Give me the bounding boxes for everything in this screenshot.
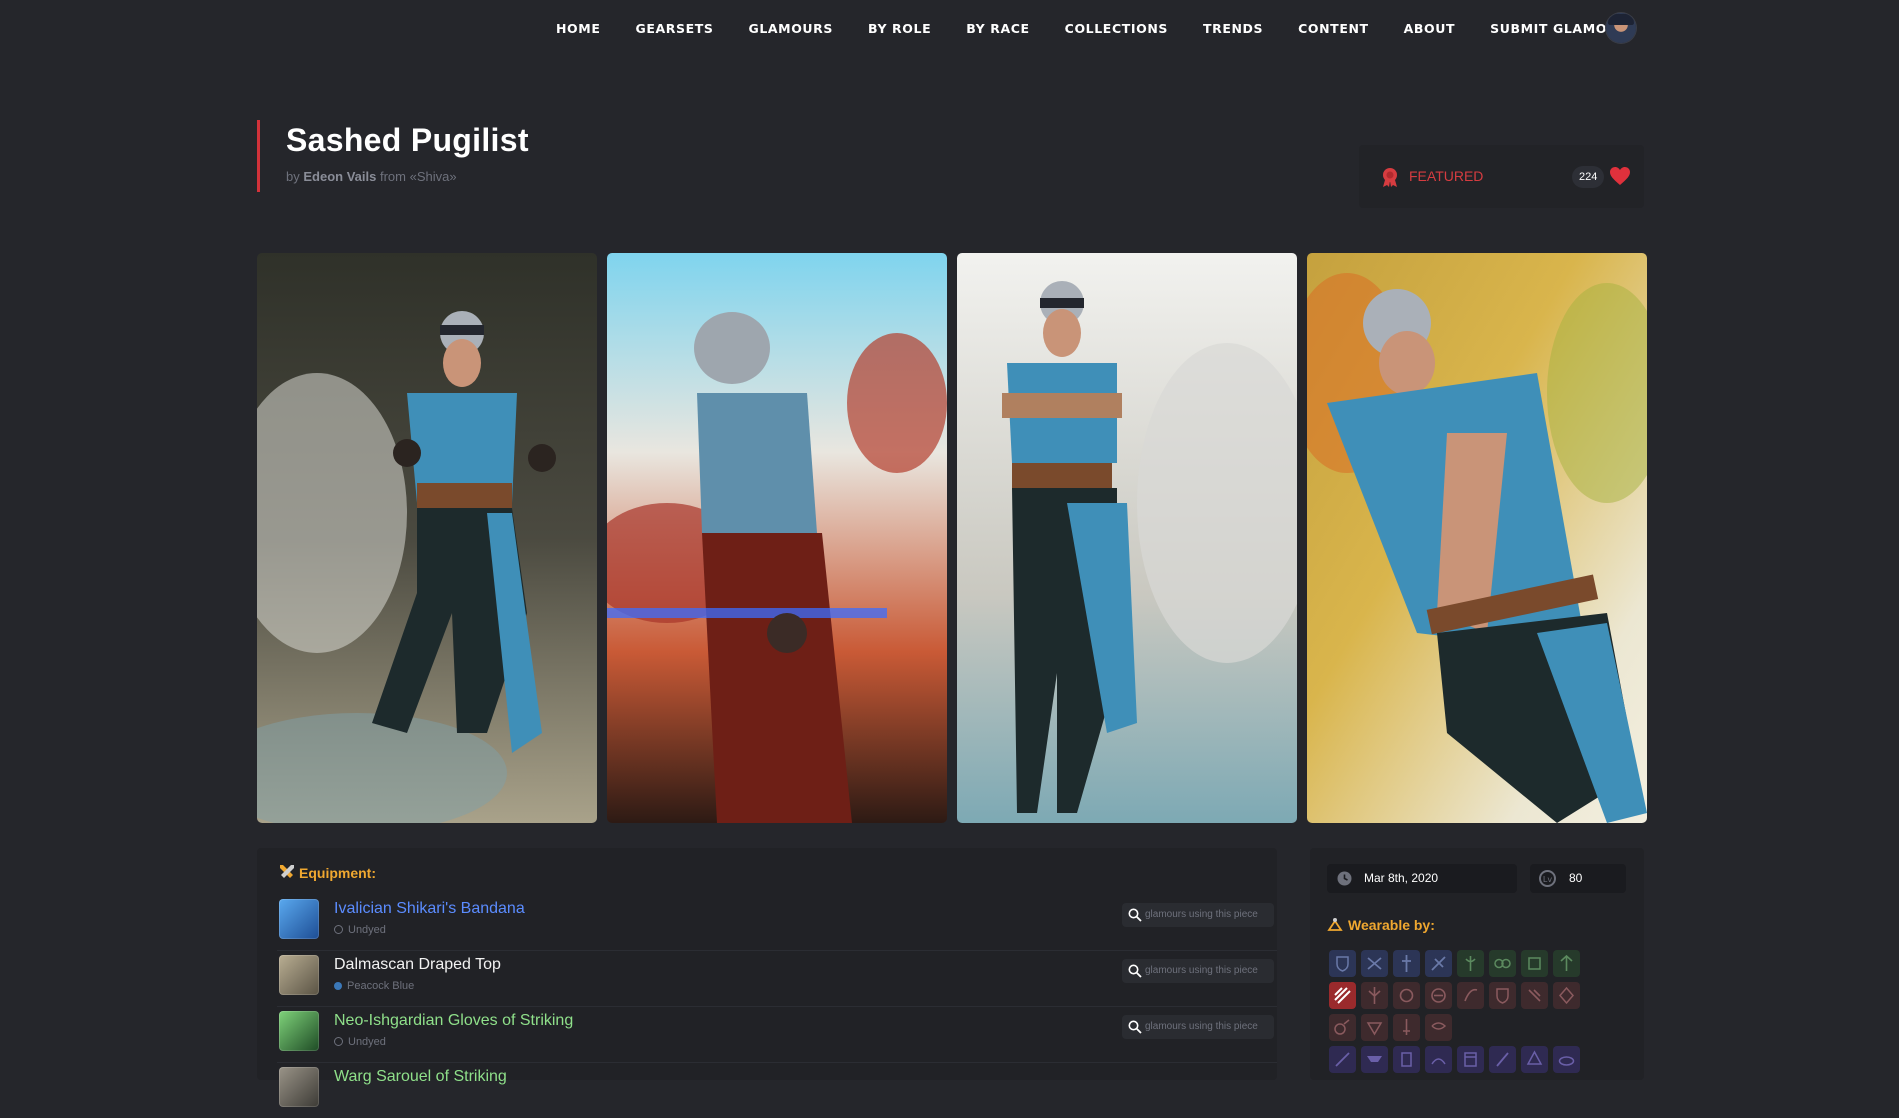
heart-icon[interactable]	[1609, 166, 1631, 186]
item-thumbnail[interactable]	[279, 1067, 319, 1107]
equipment-item-name[interactable]: Dalmascan Draped Top	[334, 956, 501, 974]
culinarian-job-icon[interactable]	[1553, 1046, 1580, 1073]
nav-by-race[interactable]: BY RACE	[966, 21, 1029, 36]
glamours-using-piece-button[interactable]: glamours using this piece	[1122, 959, 1274, 983]
level-value: 80	[1569, 871, 1583, 885]
by-label: by	[286, 169, 300, 184]
nav-collections[interactable]: COLLECTIONS	[1065, 21, 1168, 36]
warrior-job-icon[interactable]	[1361, 950, 1388, 977]
search-icon	[1128, 964, 1142, 978]
carpenter-job-icon[interactable]	[1329, 1046, 1356, 1073]
monk-job-icon[interactable]	[1329, 982, 1356, 1009]
nav-trends[interactable]: TRENDS	[1203, 21, 1263, 36]
equipment-item-name[interactable]: Ivalician Shikari's Bandana	[334, 900, 525, 918]
dragoon-job-icon[interactable]	[1361, 982, 1388, 1009]
dye-label: Undyed	[348, 924, 386, 936]
search-icon	[1128, 908, 1142, 922]
dye-color-dot	[334, 982, 342, 990]
equipment-item-dye: Undyed	[334, 924, 386, 936]
level-pill: Lv 80	[1530, 864, 1626, 893]
svg-text:Lv: Lv	[1543, 875, 1552, 884]
dye-label: Peacock Blue	[347, 980, 415, 992]
equipment-item-name[interactable]: Warg Sarouel of Striking	[334, 1068, 507, 1086]
goldsmith-job-icon[interactable]	[1425, 1046, 1452, 1073]
dark-knight-job-icon[interactable]	[1393, 950, 1420, 977]
item-thumbnail[interactable]	[279, 955, 319, 995]
byline: by Edeon Vails from «Shiva»	[286, 169, 457, 184]
author-link[interactable]: Edeon Vails	[303, 169, 376, 184]
wearable-by-heading: Wearable by:	[1348, 917, 1435, 933]
dye-label: Undyed	[348, 1036, 386, 1048]
user-avatar[interactable]	[1606, 13, 1636, 43]
from-label: from	[379, 169, 406, 184]
equipment-item-dye: Peacock Blue	[334, 980, 414, 992]
undyed-circle-icon	[334, 1037, 343, 1046]
samurai-job-icon[interactable]	[1425, 982, 1452, 1009]
ninja-job-icon[interactable]	[1393, 982, 1420, 1009]
gallery-photo-2[interactable]	[607, 253, 947, 823]
title-accent-bar	[257, 120, 260, 192]
likes-count: 224	[1572, 166, 1605, 188]
glamour-info-panel: Mar 8th, 2020 Lv 80 Wearable by:	[1310, 848, 1644, 1080]
undyed-circle-icon	[334, 925, 343, 934]
leatherworker-job-icon[interactable]	[1457, 1046, 1484, 1073]
equipment-item-name[interactable]: Neo-Ishgardian Gloves of Striking	[334, 1012, 573, 1030]
equipment-row: Dalmascan Draped Top Peacock Blue glamou…	[277, 951, 1277, 1007]
top-navigation: HOME GEARSETS GLAMOURS BY ROLE BY RACE C…	[0, 0, 1899, 58]
featured-box: FEATURED 224	[1359, 145, 1644, 208]
gunbreaker-job-icon[interactable]	[1425, 950, 1452, 977]
glamours-using-piece-button[interactable]: glamours using this piece	[1122, 1015, 1274, 1039]
search-label: glamours using this piece	[1145, 965, 1258, 976]
equipment-row: Neo-Ishgardian Gloves of Striking Undyed…	[277, 1007, 1277, 1063]
armorer-job-icon[interactable]	[1393, 1046, 1420, 1073]
nav-menu: HOME GEARSETS GLAMOURS BY ROLE BY RACE C…	[556, 21, 1663, 36]
alchemist-job-icon[interactable]	[1521, 1046, 1548, 1073]
nav-home[interactable]: HOME	[556, 21, 600, 36]
search-label: glamours using this piece	[1145, 909, 1258, 920]
dancer-job-icon[interactable]	[1521, 982, 1548, 1009]
red-mage-job-icon[interactable]	[1361, 1014, 1388, 1041]
featured-label: FEATURED	[1409, 168, 1484, 184]
scholar-job-icon[interactable]	[1489, 950, 1516, 977]
clock-icon	[1337, 871, 1352, 886]
glamours-using-piece-button[interactable]: glamours using this piece	[1122, 903, 1274, 927]
nav-glamours[interactable]: GLAMOURS	[748, 21, 833, 36]
hanger-icon	[1327, 918, 1343, 931]
black-mage-job-icon[interactable]	[1553, 982, 1580, 1009]
summoner-job-icon[interactable]	[1329, 1014, 1356, 1041]
item-thumbnail[interactable]	[279, 1011, 319, 1051]
machinist-job-icon[interactable]	[1489, 982, 1516, 1009]
equipment-row: Warg Sarouel of Striking	[277, 1063, 1277, 1118]
blue-mage-job-icon[interactable]	[1393, 1014, 1420, 1041]
gallery-photo-4[interactable]	[1307, 253, 1647, 823]
date-pill: Mar 8th, 2020	[1327, 864, 1517, 893]
nav-by-role[interactable]: BY ROLE	[868, 21, 931, 36]
nav-gearsets[interactable]: GEARSETS	[635, 21, 713, 36]
page-title: Sashed Pugilist	[286, 122, 529, 158]
server-name: «Shiva»	[409, 169, 457, 184]
nav-content[interactable]: CONTENT	[1298, 21, 1369, 36]
equipment-panel: Equipment: Ivalician Shikari's Bandana U…	[257, 848, 1277, 1107]
equipment-item-dye: Undyed	[334, 1036, 386, 1048]
bard-job-icon[interactable]	[1457, 982, 1484, 1009]
search-icon	[1128, 1020, 1142, 1034]
paladin-job-icon[interactable]	[1329, 950, 1356, 977]
conjurer-job-icon[interactable]	[1553, 950, 1580, 977]
equipment-row: Ivalician Shikari's Bandana Undyed glamo…	[277, 895, 1277, 951]
level-badge-icon: Lv	[1539, 870, 1556, 887]
item-thumbnail[interactable]	[279, 899, 319, 939]
nav-about[interactable]: ABOUT	[1404, 21, 1456, 36]
pugilist-job-icon[interactable]	[1425, 1014, 1452, 1041]
gallery-photo-1[interactable]	[257, 253, 597, 823]
crossed-swords-icon	[280, 865, 294, 878]
equipment-heading: Equipment:	[299, 865, 376, 881]
white-mage-job-icon[interactable]	[1457, 950, 1484, 977]
rosette-icon	[1383, 168, 1397, 187]
submission-date: Mar 8th, 2020	[1364, 871, 1439, 885]
gallery-photo-3[interactable]	[957, 253, 1297, 823]
blacksmith-job-icon[interactable]	[1361, 1046, 1388, 1073]
search-label: glamours using this piece	[1145, 1021, 1258, 1032]
weaver-job-icon[interactable]	[1489, 1046, 1516, 1073]
astrologian-job-icon[interactable]	[1521, 950, 1548, 977]
